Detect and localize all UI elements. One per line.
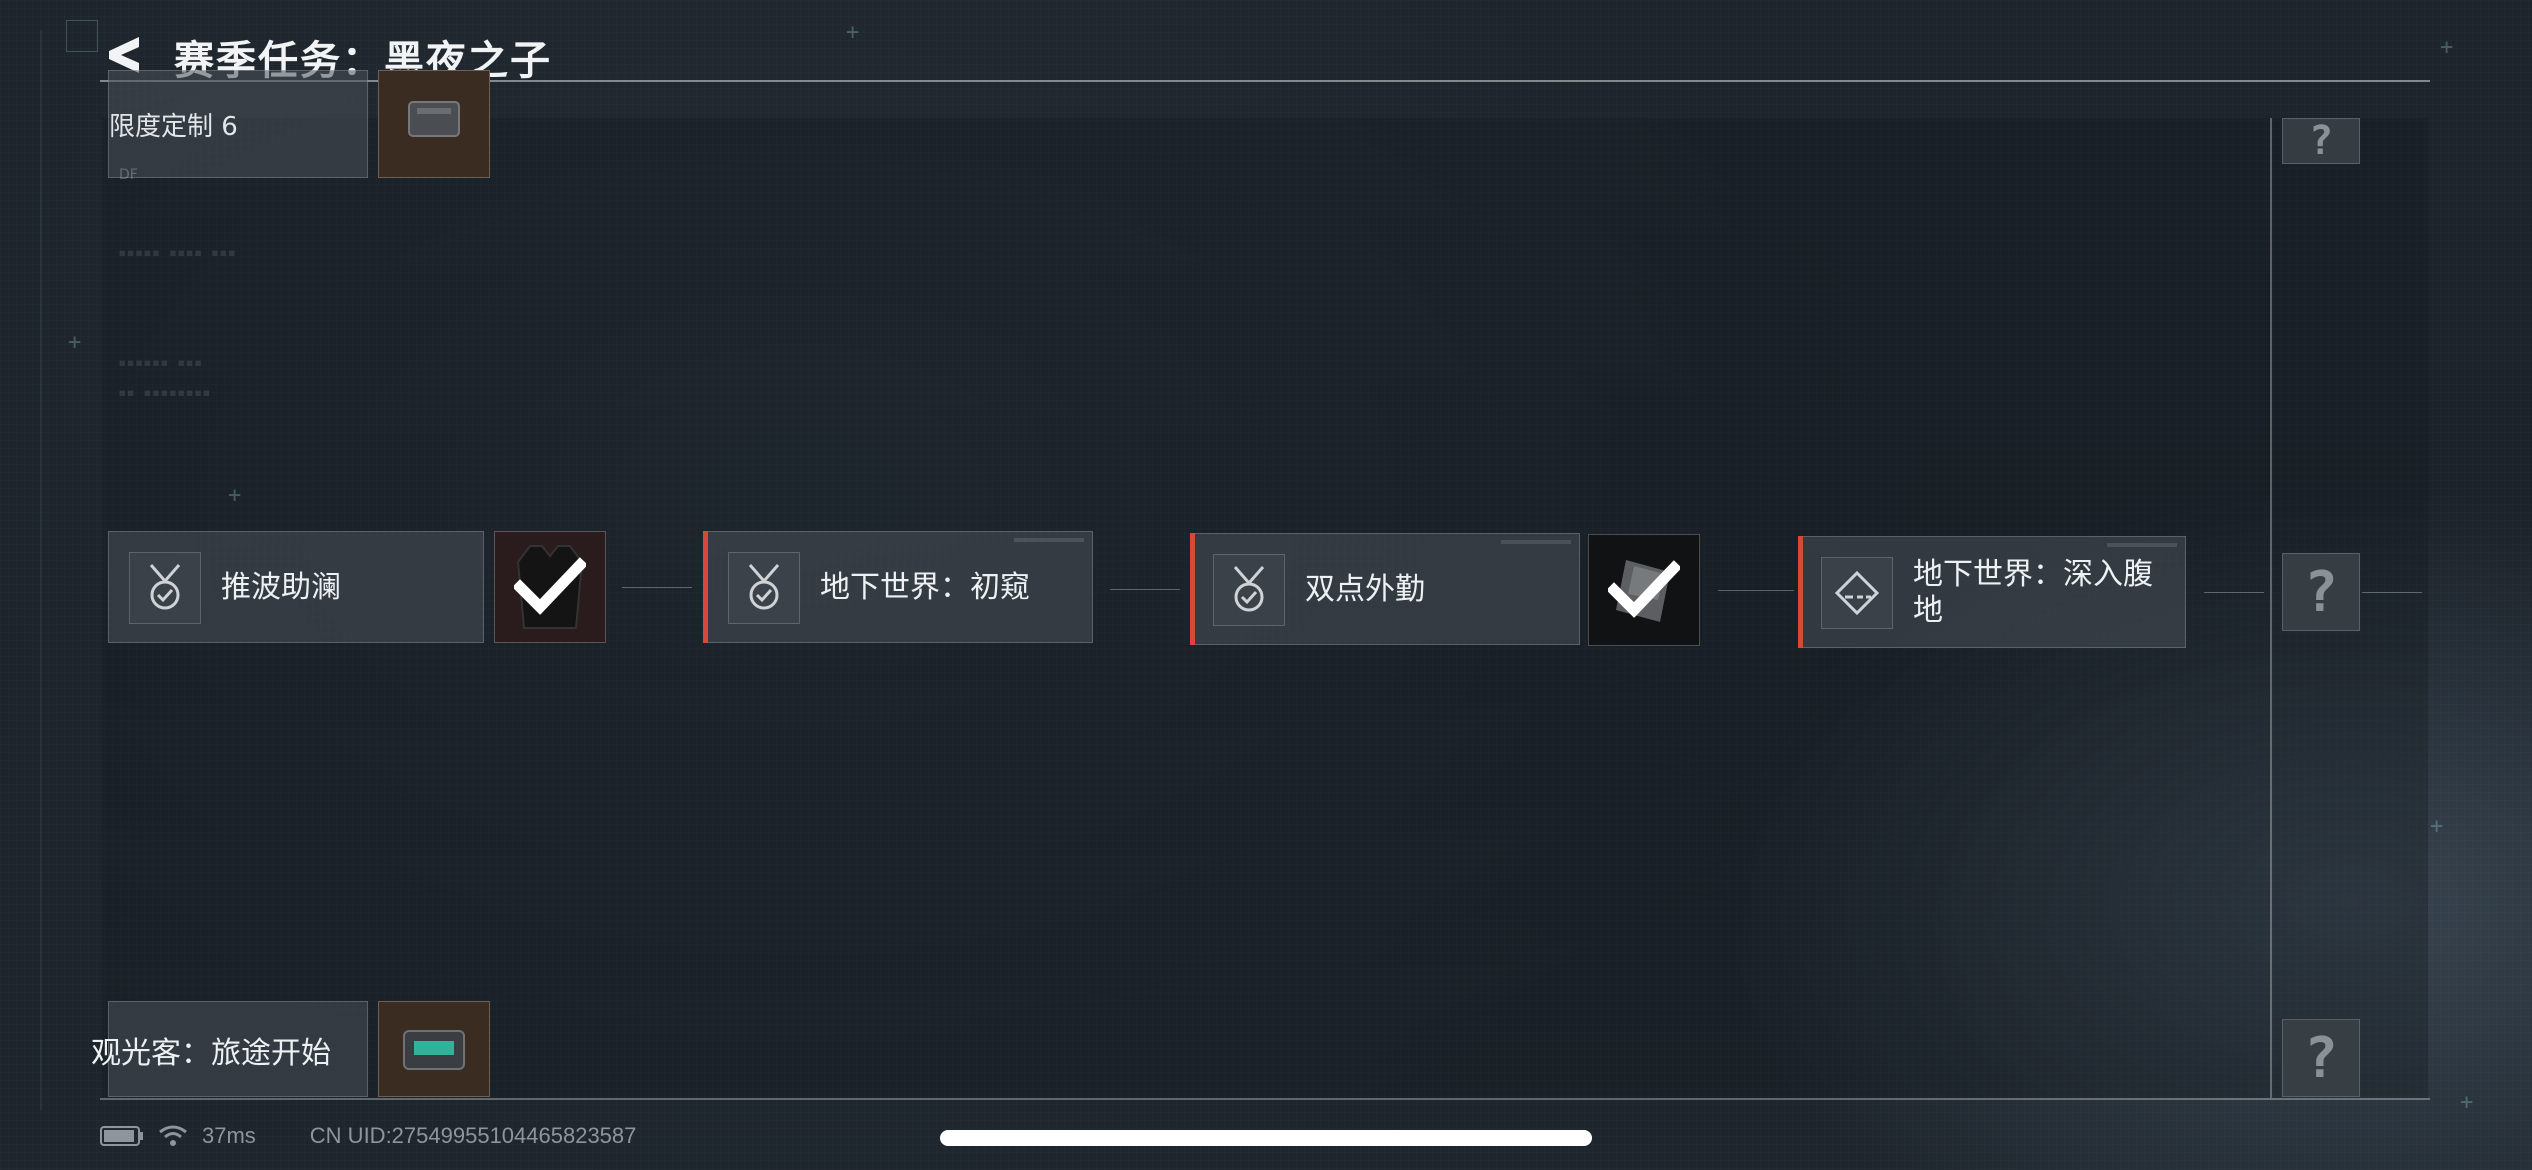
medal-check-icon — [1233, 566, 1265, 612]
connector-line — [1110, 589, 1180, 590]
battery-icon — [100, 1126, 143, 1146]
task-card-4[interactable]: 地下世界：深入腹地 — [1798, 536, 2186, 648]
connector-line — [2362, 592, 2422, 593]
task-label: 地下世界：深入腹地 — [1913, 557, 2153, 628]
ping-value: 37ms — [202, 1123, 256, 1148]
deco-plus: + — [2460, 1090, 2474, 1115]
wifi-icon — [159, 1125, 187, 1146]
deco-plus: + — [228, 483, 242, 508]
status-bar: 37ms CN UID:27549955104465823587 — [100, 1118, 636, 1154]
locked-task-box-bottom[interactable]: ? — [2282, 1019, 2360, 1097]
deco-text: ▪▪▪▪▪ ▪▪▪▪ ▪▪▪ — [118, 245, 237, 261]
diamond-route-icon — [1834, 570, 1880, 616]
task-label: 地下世界：初窥 — [820, 570, 1030, 605]
medal-check-icon — [748, 564, 780, 610]
deco-plus: + — [68, 330, 82, 355]
task-card-1[interactable]: 推波助澜 — [108, 531, 484, 643]
task-card-partial-top[interactable]: 限度定制 6 DF — [108, 70, 368, 183]
task-label: 限度定制 6 — [109, 112, 238, 142]
task-label: 双点外勤 — [1305, 572, 1425, 607]
gear-case-icon — [403, 1030, 465, 1070]
connector-line — [622, 587, 692, 588]
task-icon — [1213, 554, 1285, 626]
gear-crate-icon — [408, 101, 460, 137]
connector-line — [1718, 590, 1794, 591]
deco-text: ▪▪▪▪▪▪ ▪▪▪ — [118, 355, 203, 371]
task-label: 观光客：旅途开始 — [91, 1036, 331, 1071]
locked-task-box-middle[interactable]: ? — [2282, 553, 2360, 631]
right-rail-line — [2270, 118, 2272, 1098]
task-card-2[interactable]: 地下世界：初窥 — [703, 531, 1093, 643]
task-card-partial-bottom[interactable]: 观光客：旅途开始 — [91, 1001, 368, 1097]
task-icon — [1821, 557, 1893, 629]
task-label: 推波助澜 — [221, 570, 341, 605]
reward-item-3[interactable] — [1588, 534, 1700, 646]
deco-plus: + — [2430, 814, 2444, 839]
locked-task-box-top[interactable]: ? — [2282, 118, 2360, 164]
deco-text: ▪▪ ▪▪▪▪▪▪▪▪ — [118, 385, 211, 401]
task-sublabel: DF — [119, 167, 138, 183]
bottom-divider — [100, 1098, 2430, 1100]
connector-line — [2204, 592, 2264, 593]
reward-item-1[interactable] — [494, 531, 606, 643]
task-icon — [728, 552, 800, 624]
completed-check-icon — [514, 557, 586, 615]
reward-item-partial-bottom[interactable] — [378, 1001, 490, 1097]
medal-check-icon — [149, 564, 181, 610]
task-card-3[interactable]: 双点外勤 — [1190, 533, 1580, 645]
home-indicator[interactable] — [940, 1130, 1592, 1146]
user-uid: CN UID:27549955104465823587 — [309, 1123, 637, 1148]
deco-left-rail — [40, 30, 42, 1110]
completed-check-icon — [1608, 560, 1680, 618]
task-icon — [129, 552, 201, 624]
reward-item-partial-top[interactable] — [378, 70, 490, 178]
